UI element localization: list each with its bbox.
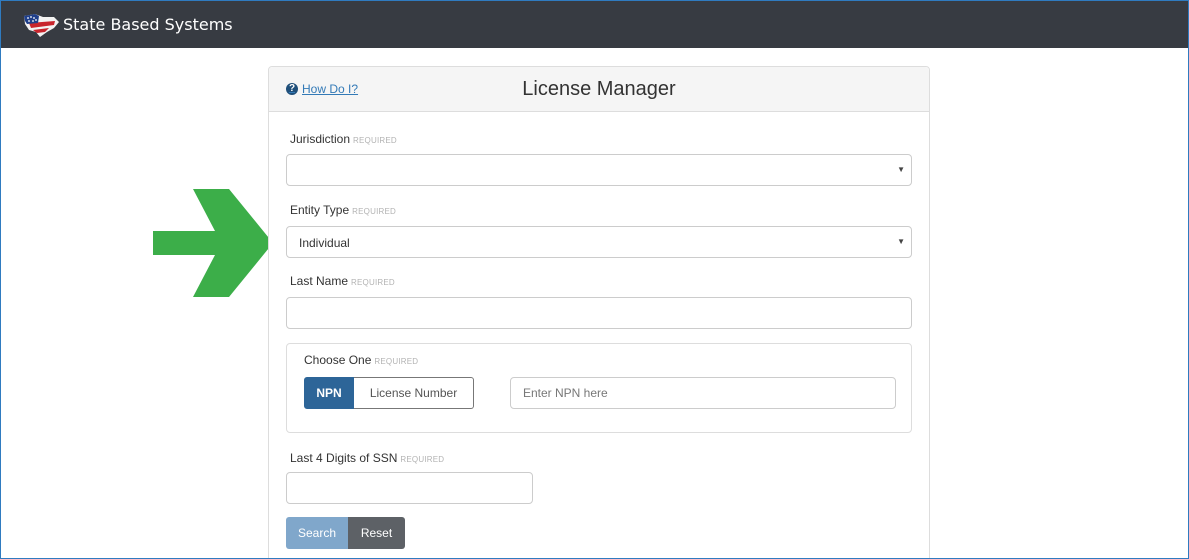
npn-toggle-button[interactable]: NPN — [304, 377, 354, 409]
choose-one-group: Choose One REQUIRED NPN License Number — [286, 343, 912, 433]
caret-down-icon: ▼ — [897, 165, 905, 174]
panel-heading: ? How Do I? License Manager — [269, 67, 929, 112]
browser-frame: State Based Systems ? How Do I? License … — [0, 0, 1189, 559]
last-name-input[interactable] — [286, 297, 912, 329]
ssn-label-text: Last 4 Digits of SSN — [290, 451, 398, 465]
top-navbar: State Based Systems — [1, 1, 1188, 48]
caret-down-icon: ▼ — [897, 237, 905, 246]
jurisdiction-select[interactable]: ▼ — [286, 154, 912, 186]
flag-map-logo-icon — [24, 13, 59, 37]
ssn-input[interactable] — [286, 472, 533, 504]
required-tag: REQUIRED — [352, 207, 396, 216]
green-arrow-annotation — [153, 189, 273, 297]
license-manager-panel: ? How Do I? License Manager Jurisdiction… — [268, 66, 930, 558]
required-tag: REQUIRED — [374, 357, 419, 366]
how-do-i-link[interactable]: ? How Do I? — [286, 82, 358, 96]
choose-one-label-text: Choose One — [304, 353, 372, 367]
license-number-toggle-button[interactable]: License Number — [354, 377, 474, 409]
required-tag: REQUIRED — [400, 455, 445, 464]
required-tag: REQUIRED — [351, 278, 395, 287]
ssn-label: Last 4 Digits of SSN REQUIRED — [290, 451, 444, 465]
question-circle-icon: ? — [286, 83, 298, 95]
id-type-toggle: NPN License Number — [304, 377, 474, 409]
entity-type-label: Entity Type REQUIRED — [290, 203, 396, 217]
last-name-label: Last Name REQUIRED — [290, 274, 395, 288]
last-name-label-text: Last Name — [290, 274, 349, 288]
brand-title[interactable]: State Based Systems — [63, 15, 233, 34]
choose-one-label: Choose One REQUIRED — [304, 353, 418, 367]
how-do-i-label[interactable]: How Do I? — [302, 82, 358, 96]
jurisdiction-label: Jurisdiction REQUIRED — [290, 132, 397, 146]
search-button[interactable]: Search — [286, 517, 348, 549]
required-tag: REQUIRED — [353, 136, 397, 145]
entity-type-label-text: Entity Type — [290, 203, 350, 217]
npn-input[interactable] — [510, 377, 896, 409]
entity-type-select[interactable]: Individual ▼ — [286, 226, 912, 258]
reset-button[interactable]: Reset — [348, 517, 405, 549]
entity-type-value: Individual — [299, 236, 350, 250]
jurisdiction-label-text: Jurisdiction — [290, 132, 351, 146]
panel-title: License Manager — [522, 78, 676, 100]
